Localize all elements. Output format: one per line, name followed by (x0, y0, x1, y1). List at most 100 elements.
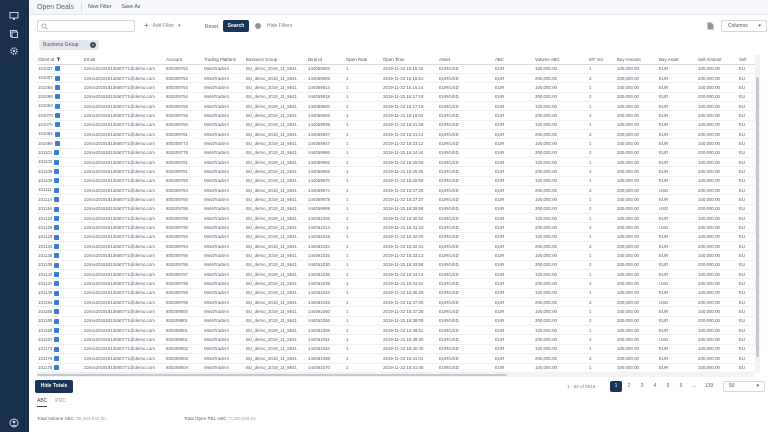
page-5-button[interactable]: 5 (662, 381, 674, 392)
table-row[interactable]: 101122 22mix20191813650771@demo.com 800209… (37, 213, 755, 224)
client-card-icon[interactable] (54, 309, 60, 315)
table-row[interactable]: 101136 22mix20191813650771@demo.com 800209… (37, 250, 755, 261)
search-button[interactable]: Search (223, 20, 249, 32)
column-header[interactable]: Client Id (37, 55, 83, 65)
client-card-icon[interactable] (54, 262, 60, 268)
client-card-icon[interactable] (54, 141, 60, 147)
page-6-button[interactable]: 6 (675, 381, 687, 392)
table-row[interactable]: 101176 22mix20191813650771@demo.com 800209… (37, 353, 755, 364)
client-card-icon[interactable] (54, 337, 60, 343)
tab-abc[interactable]: ABC (37, 398, 48, 407)
client-card-icon[interactable] (54, 66, 60, 72)
table-row[interactable]: 101109 22mix20191813650771@demo.com 800209… (37, 176, 755, 186)
new-filter-button[interactable]: New Filter (88, 4, 111, 10)
table-row[interactable]: 101007 22mix20191813650771@demo.com 800209… (37, 73, 755, 84)
table-row[interactable]: 101154 22mix20191813650771@demo.com 800209… (37, 297, 755, 308)
client-card-icon[interactable] (54, 299, 60, 305)
column-header[interactable]: Business Group (245, 55, 307, 65)
table-row[interactable]: 101108 22mix20191813650771@demo.com 800209… (37, 166, 755, 177)
horizontal-scroll-thumb[interactable] (37, 374, 507, 376)
columns-dropdown[interactable]: Columns ▾ (721, 20, 767, 32)
table-row[interactable]: 101075 22mix20191813650771@demo.com 800209… (37, 120, 755, 130)
column-header[interactable]: Deal Id (307, 55, 345, 65)
group-chip[interactable]: Business Group × (39, 40, 99, 50)
page-4-button[interactable]: 4 (649, 381, 661, 392)
column-header[interactable]: MT Vol. (588, 55, 616, 65)
page-size-select[interactable]: 50 ▾ (723, 381, 765, 392)
column-header[interactable]: ABC (494, 55, 534, 65)
close-icon[interactable]: × (90, 42, 96, 48)
client-card-icon[interactable] (54, 150, 60, 156)
vertical-scroll-thumb[interactable] (756, 77, 759, 357)
client-card-icon[interactable] (54, 131, 60, 137)
gear-icon[interactable] (8, 46, 20, 56)
column-header[interactable]: Email (83, 55, 165, 65)
column-header[interactable]: Open Rate (345, 55, 382, 65)
document-icon[interactable] (707, 22, 714, 30)
horizontal-scrollbar[interactable] (37, 373, 755, 377)
column-header[interactable]: Open Time (382, 55, 438, 65)
monitor-icon[interactable] (8, 11, 20, 21)
page-3-button[interactable]: 3 (636, 381, 648, 392)
user-icon[interactable] (8, 418, 20, 428)
client-card-icon[interactable] (54, 356, 60, 361)
table-row[interactable]: 101070 22mix20191813650771@demo.com 800209… (37, 110, 755, 121)
table-row[interactable]: 101069 22mix20191813650771@demo.com 800209… (37, 101, 755, 112)
client-card-icon[interactable] (54, 215, 60, 221)
client-card-icon[interactable] (54, 225, 60, 231)
client-card-icon[interactable] (54, 327, 60, 333)
table-row[interactable]: 101133 22mix20191813650771@demo.com 800209… (37, 241, 755, 252)
tab-pdc[interactable]: PDC (55, 398, 66, 407)
page-7-button[interactable]: … (688, 381, 700, 392)
client-card-icon[interactable] (53, 187, 59, 193)
table-row[interactable]: 101142 22mix20191813650771@demo.com 800209… (37, 269, 755, 280)
table-row[interactable]: 101129 22mix20191813650771@demo.com 800209… (37, 232, 755, 243)
client-card-icon[interactable] (54, 271, 60, 277)
client-card-icon[interactable] (54, 75, 60, 81)
filter-icon[interactable] (56, 57, 61, 62)
client-card-icon[interactable] (54, 122, 60, 128)
table-row[interactable]: 101128 22mix20191813650771@demo.com 800209… (37, 222, 755, 233)
column-header[interactable]: Buy Amount (616, 55, 658, 65)
client-card-icon[interactable] (54, 178, 60, 184)
client-card-icon[interactable] (54, 169, 60, 175)
client-card-icon[interactable] (54, 234, 60, 240)
table-row[interactable]: 101096 22mix20191813650771@demo.com 800209… (37, 138, 755, 149)
page-1-button[interactable]: 1 (610, 381, 622, 392)
client-card-icon[interactable] (54, 113, 60, 119)
table-row[interactable]: 101102 22mix20191813650771@demo.com 800209… (37, 157, 755, 168)
column-header[interactable]: Volume ABC (534, 55, 588, 65)
client-card-icon[interactable] (54, 197, 59, 203)
layers-icon[interactable] (8, 29, 20, 39)
client-card-icon[interactable] (54, 159, 60, 165)
client-card-icon[interactable] (54, 318, 60, 324)
table-row[interactable]: 101160 22mix20191813650771@demo.com 800209… (37, 316, 755, 327)
table-row[interactable]: 101165 22mix20191813650771@demo.com 800209… (37, 325, 755, 336)
client-card-icon[interactable] (54, 281, 60, 287)
page-2-button[interactable]: 2 (623, 381, 635, 392)
column-header[interactable]: Trading Platform (203, 55, 245, 65)
save-as-button[interactable]: Save As (121, 4, 140, 10)
table-row[interactable]: 101116 22mix20191813650771@demo.com 800209… (37, 204, 755, 215)
client-card-icon[interactable] (54, 206, 59, 212)
table-row[interactable]: 101068 22mix20191813650771@demo.com 800209… (37, 92, 755, 102)
client-card-icon[interactable] (54, 85, 60, 91)
table-row[interactable]: 101167 22mix20191813650771@demo.com 800209… (37, 334, 755, 345)
hide-totals-button[interactable]: Hide Totals (35, 380, 73, 393)
table-row[interactable]: 101155 22mix20191813650771@demo.com 800209… (37, 306, 755, 317)
client-card-icon[interactable] (54, 346, 60, 352)
client-card-icon[interactable] (54, 103, 60, 109)
column-header[interactable]: Sell (738, 55, 755, 65)
table-row[interactable]: 101147 22mix20191813650771@demo.com 800209… (37, 278, 755, 289)
page-8-button[interactable]: 139 (701, 381, 717, 392)
add-filter-dropdown[interactable]: + Add Filter ▾ (144, 22, 181, 30)
search-input[interactable] (37, 20, 135, 32)
client-card-icon[interactable] (54, 365, 60, 371)
table-row[interactable]: 101037 22mix20191813650771@demo.com 800209… (37, 64, 755, 74)
client-card-icon[interactable] (54, 243, 60, 249)
client-card-icon[interactable] (54, 253, 60, 259)
table-row[interactable]: 101178 22mix20191813650771@demo.com 800209… (37, 363, 755, 373)
table-row[interactable]: 101149 22mix20191813650771@demo.com 800209… (37, 288, 755, 299)
column-header[interactable]: Buy Asset (658, 55, 697, 65)
table-row[interactable]: 101084 22mix20191813650771@demo.com 800209… (37, 129, 755, 140)
